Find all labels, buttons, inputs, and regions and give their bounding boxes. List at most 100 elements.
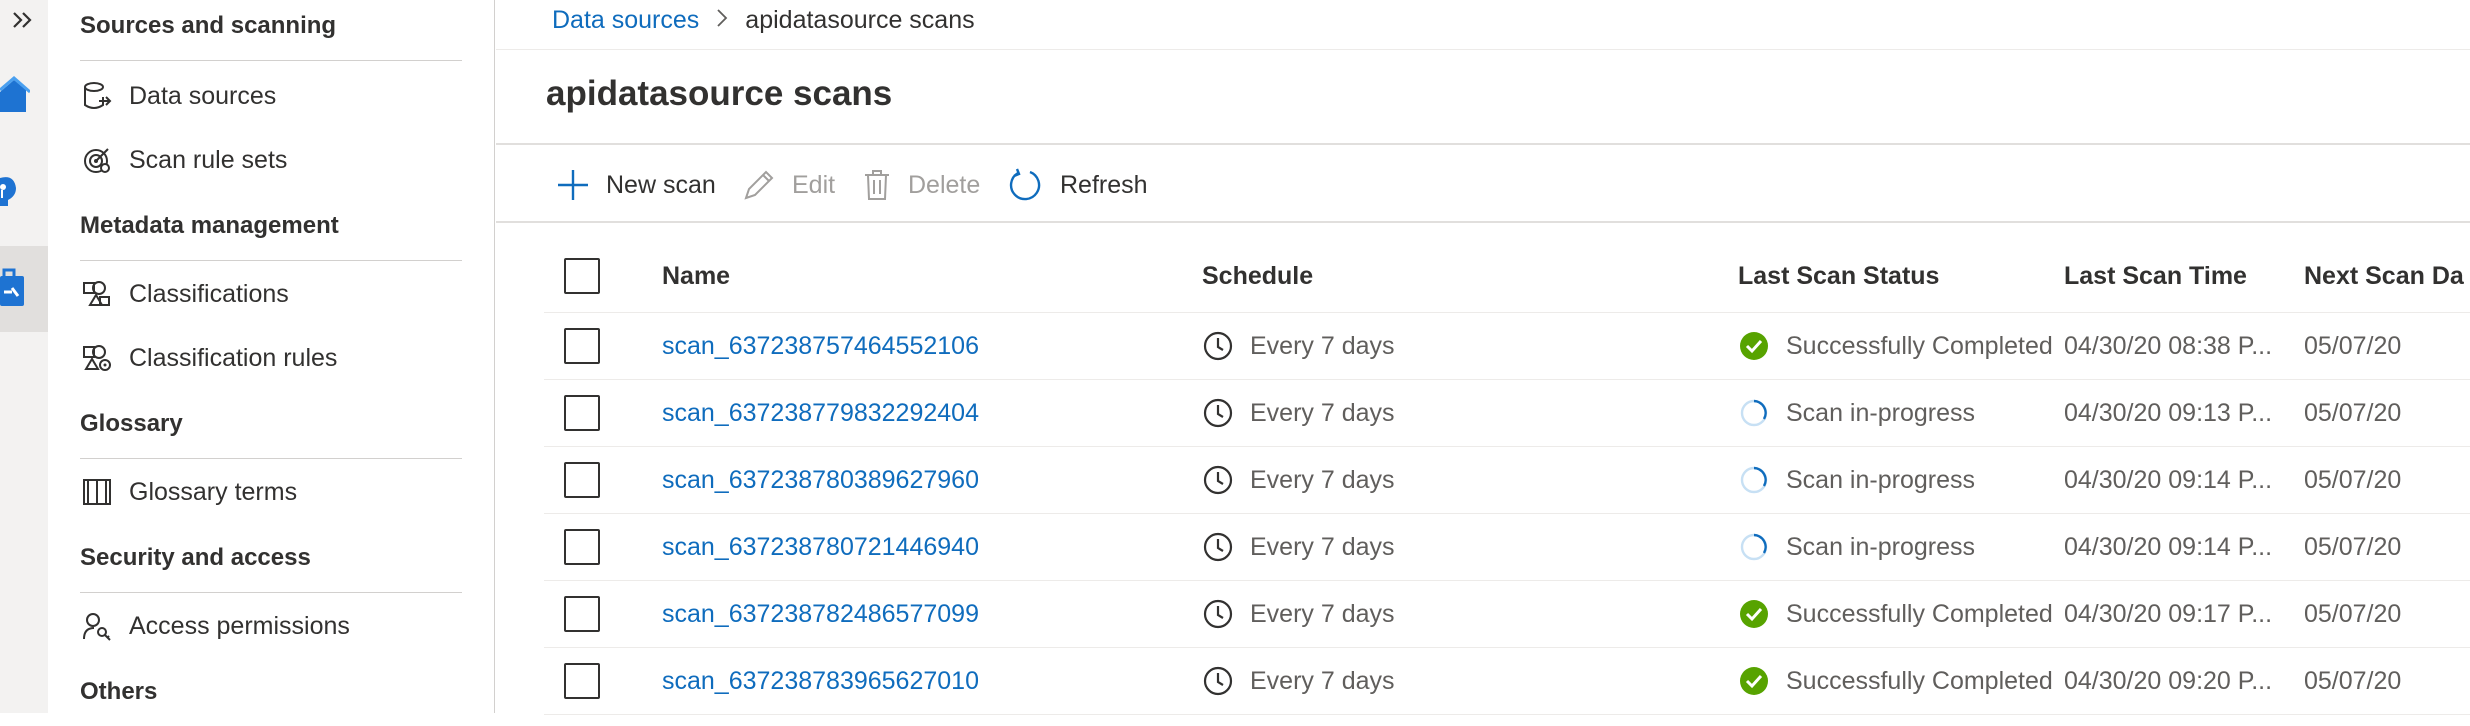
schedule-cell: Every 7 days <box>1202 514 1395 580</box>
status-cell: Scan in-progress <box>1738 380 1975 446</box>
nav-section-others: Others <box>80 678 510 726</box>
table-row[interactable]: scan_637238783965627010 Every 7 days Suc… <box>544 648 2470 715</box>
status-text: Scan in-progress <box>1786 465 1975 494</box>
nav-heading: Sources and scanning <box>80 12 462 61</box>
nav-section-metadata: Metadata management <box>80 212 510 261</box>
rail-home[interactable] <box>0 60 48 124</box>
next-scan-date: 05/07/20 <box>2304 599 2402 628</box>
nav-item-label: Classifications <box>129 279 289 308</box>
spinner-icon <box>1738 464 1770 496</box>
delete-label: Delete <box>908 170 981 199</box>
lightbulb-icon <box>0 177 16 206</box>
nav-item-data-sources[interactable]: Data sources <box>80 64 480 128</box>
nav-item-label: Access permissions <box>129 611 350 640</box>
column-header-name[interactable]: Name <box>662 240 730 312</box>
row-checkbox[interactable] <box>564 447 600 513</box>
clock-icon <box>1202 598 1234 630</box>
rail-management[interactable] <box>0 246 48 332</box>
nav-item-access-permissions[interactable]: Access permissions <box>80 594 480 658</box>
next-scan-date: 05/07/20 <box>2304 465 2402 494</box>
nav-item-classification-rules[interactable]: Classification rules <box>80 326 480 390</box>
scan-name-link[interactable]: scan_637238780389627960 <box>662 466 979 495</box>
home-icon <box>0 76 30 112</box>
last-scan-time: 04/30/20 08:38 P... <box>2064 331 2273 360</box>
refresh-icon <box>1008 167 1044 203</box>
refresh-button[interactable]: Refresh <box>1008 165 1148 205</box>
trash-icon <box>862 168 892 202</box>
main-content: Data sources apidatasource scans apidata… <box>496 0 2470 715</box>
scan-name-link[interactable]: scan_637238782486577099 <box>662 600 979 629</box>
schedule-cell: Every 7 days <box>1202 447 1395 513</box>
scans-table: Name Schedule Last Scan Status Last Scan… <box>544 240 2470 715</box>
row-checkbox[interactable] <box>564 313 600 379</box>
schedule-text: Every 7 days <box>1250 465 1395 494</box>
nav-heading: Glossary <box>80 410 462 459</box>
toolbox-icon <box>0 268 24 306</box>
scan-name-link[interactable]: scan_637238779832292404 <box>662 399 979 428</box>
last-scan-time: 04/30/20 09:14 P... <box>2064 465 2273 494</box>
column-header-next-date[interactable]: Next Scan Da <box>2304 240 2464 312</box>
status-cell: Successfully Completed <box>1738 581 2053 647</box>
schedule-text: Every 7 days <box>1250 599 1395 628</box>
rail-insights[interactable] <box>0 160 48 224</box>
schedule-cell: Every 7 days <box>1202 313 1395 379</box>
person-key-icon <box>80 609 114 643</box>
table-body: scan_637238757464552106 Every 7 days Suc… <box>544 313 2470 715</box>
nav-heading: Security and access <box>80 544 462 593</box>
command-bar: New scan Edit Delete Refresh <box>496 143 2470 223</box>
edit-label: Edit <box>792 170 836 199</box>
schedule-text: Every 7 days <box>1250 398 1395 427</box>
row-checkbox[interactable] <box>564 648 600 714</box>
column-header-status[interactable]: Last Scan Status <box>1738 240 1939 312</box>
check-circle-icon <box>1738 665 1770 697</box>
schedule-text: Every 7 days <box>1250 666 1395 695</box>
chevron-right-icon <box>715 7 729 35</box>
nav-section-security: Security and access <box>80 544 510 593</box>
status-cell: Successfully Completed <box>1738 313 2053 379</box>
expand-icon[interactable] <box>6 4 40 38</box>
nav-item-glossary-terms[interactable]: Glossary terms <box>80 460 480 524</box>
table-header-row: Name Schedule Last Scan Status Last Scan… <box>544 240 2470 313</box>
edit-button[interactable]: Edit <box>742 165 835 205</box>
nav-item-label: Glossary terms <box>129 477 298 506</box>
breadcrumb-data-sources[interactable]: Data sources <box>552 6 699 35</box>
scan-name-link[interactable]: scan_637238780721446940 <box>662 533 979 562</box>
schedule-cell: Every 7 days <box>1202 581 1395 647</box>
table-row[interactable]: scan_637238780721446940 Every 7 days Sca… <box>544 514 2470 581</box>
column-header-last-time[interactable]: Last Scan Time <box>2064 240 2247 312</box>
column-header-schedule[interactable]: Schedule <box>1202 240 1313 312</box>
book-icon <box>80 475 114 509</box>
row-checkbox[interactable] <box>564 581 600 647</box>
nav-item-scan-rule-sets[interactable]: Scan rule sets <box>80 128 480 192</box>
next-scan-date: 05/07/20 <box>2304 331 2402 360</box>
check-circle-icon <box>1738 330 1770 362</box>
table-row[interactable]: scan_637238780389627960 Every 7 days Sca… <box>544 447 2470 514</box>
plus-icon <box>556 168 590 202</box>
last-scan-time: 04/30/20 09:20 P... <box>2064 666 2273 695</box>
new-scan-label: New scan <box>606 170 716 199</box>
nav-item-label: Classification rules <box>129 343 338 372</box>
status-text: Successfully Completed <box>1786 331 2053 360</box>
header-divider <box>496 49 2470 50</box>
nav-item-label: Scan rule sets <box>129 145 288 174</box>
status-text: Successfully Completed <box>1786 666 2053 695</box>
table-row[interactable]: scan_637238782486577099 Every 7 days Suc… <box>544 581 2470 648</box>
nav-section-glossary: Glossary <box>80 410 510 459</box>
table-row[interactable]: scan_637238757464552106 Every 7 days Suc… <box>544 313 2470 380</box>
management-nav: Sources and scanning Data sources Scan r… <box>48 0 495 713</box>
spinner-icon <box>1738 397 1770 429</box>
scan-name-link[interactable]: scan_637238757464552106 <box>662 332 979 361</box>
nav-heading: Metadata management <box>80 212 462 261</box>
table-row[interactable]: scan_637238779832292404 Every 7 days Sca… <box>544 380 2470 447</box>
scan-name-link[interactable]: scan_637238783965627010 <box>662 667 979 696</box>
select-all-checkbox[interactable] <box>564 240 600 312</box>
new-scan-button[interactable]: New scan <box>556 165 716 205</box>
next-scan-date: 05/07/20 <box>2304 532 2402 561</box>
row-checkbox[interactable] <box>564 380 600 446</box>
nav-item-classifications[interactable]: Classifications <box>80 262 480 326</box>
delete-button[interactable]: Delete <box>862 165 980 205</box>
breadcrumb: Data sources apidatasource scans <box>552 6 975 35</box>
last-scan-time: 04/30/20 09:13 P... <box>2064 398 2273 427</box>
row-checkbox[interactable] <box>564 514 600 580</box>
nav-heading: Others <box>80 678 158 705</box>
